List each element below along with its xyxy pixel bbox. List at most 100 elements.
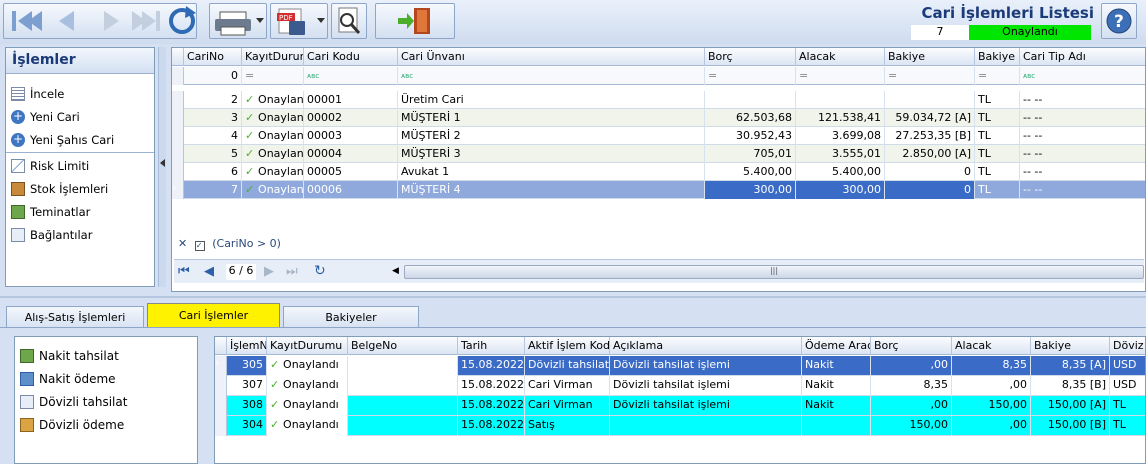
table-cell[interactable]: USD	[1110, 376, 1145, 396]
table-cell[interactable]: Satış	[525, 416, 610, 436]
table-cell[interactable]: 00005	[304, 163, 398, 181]
table-cell[interactable]: Dövizli tahsilat işlemi	[610, 376, 802, 396]
tab-account-transactions[interactable]: Cari İşlemler	[147, 303, 280, 327]
col-header[interactable]: Bakiye	[885, 48, 975, 66]
exit-button[interactable]	[375, 3, 455, 39]
table-cell[interactable]: -- --	[1020, 109, 1145, 127]
table-cell[interactable]: 15.08.2022	[458, 376, 525, 396]
col-header[interactable]: Bakiye D	[975, 48, 1020, 66]
col-header[interactable]: Açıklama	[610, 337, 802, 355]
table-cell[interactable]: Cari Virman	[525, 396, 610, 416]
table-row[interactable]: 308 ✓ Onaylandı 15.08.2022 Cari Virman Döviz…	[215, 396, 1145, 416]
table-cell[interactable]: 307	[227, 376, 267, 396]
table-cell[interactable]: ✓ Onaylandı	[267, 396, 348, 416]
table-cell[interactable]: 30.952,43	[705, 127, 796, 145]
table-cell[interactable]: 00004	[304, 145, 398, 163]
search-doc-button[interactable]	[331, 3, 367, 39]
col-header[interactable]: Döviz	[1110, 337, 1145, 355]
table-cell[interactable]: TL	[975, 91, 1020, 109]
print-button[interactable]	[209, 3, 267, 39]
table-cell[interactable]: 705,01	[705, 145, 796, 163]
table-cell[interactable]: 2.850,00 [A]	[885, 145, 975, 163]
table-cell[interactable]: Nakit	[802, 396, 871, 416]
table-row[interactable]: › 305 ✓ Onaylandı 15.08.2022 Dövizli tahsila…	[215, 356, 1145, 376]
table-cell[interactable]: 121.538,41	[796, 109, 885, 127]
table-cell[interactable]: ✓ Onaylan	[242, 91, 304, 109]
table-cell[interactable]: MÜŞTERİ 1	[398, 109, 705, 127]
last-record-icon[interactable]	[132, 11, 160, 31]
table-row[interactable]: 5 ✓ Onaylan 00004 MÜŞTERİ 3 705,01 3.555,01 2.…	[172, 145, 1145, 163]
table-cell[interactable]: 3.555,01	[796, 145, 885, 163]
table-cell[interactable]: ,00	[952, 416, 1031, 436]
table-cell[interactable]: 00006	[304, 181, 398, 199]
table-cell[interactable]: 00001	[304, 91, 398, 109]
fx-in-item[interactable]: Dövizli tahsilat	[15, 390, 197, 413]
pdf-save-button[interactable]: PDF	[270, 3, 328, 39]
table-cell[interactable]: 308	[227, 396, 267, 416]
table-cell[interactable]: ,00	[871, 356, 952, 376]
table-row[interactable]: 2 ✓ Onaylan 00001 Üretim Cari TL -- --	[172, 91, 1145, 109]
table-cell[interactable]: 3.699,08	[796, 127, 885, 145]
table-cell[interactable]: TL	[975, 145, 1020, 163]
col-header[interactable]: Borç	[705, 48, 796, 66]
table-cell[interactable]: ✓ Onaylandı	[267, 376, 348, 396]
table-cell[interactable]: 00002	[304, 109, 398, 127]
col-header[interactable]: BelgeNo	[348, 337, 458, 355]
table-row[interactable]: › 7 ✓ Onaylan 00006 MÜŞTERİ 4 300,00 300,00 0 TL…	[172, 181, 1145, 199]
table-cell[interactable]: 5.400,00	[796, 163, 885, 181]
table-cell[interactable]: Dövizli tahsilat işlemi	[610, 396, 802, 416]
table-cell[interactable]	[796, 91, 885, 109]
table-cell[interactable]: ✓ Onaylandı	[267, 416, 348, 436]
table-cell[interactable]: 3	[184, 109, 242, 127]
table-cell[interactable]	[705, 91, 796, 109]
col-header[interactable]: Ödeme Aracı	[802, 337, 871, 355]
table-cell[interactable]: 15.08.2022	[458, 396, 525, 416]
action-inspect[interactable]: İncele	[6, 82, 154, 105]
table-cell[interactable]: TL	[1110, 416, 1145, 436]
action-new-account[interactable]: + Yeni Cari	[6, 105, 154, 128]
table-row[interactable]: 6 ✓ Onaylan 00005 Avukat 1 5.400,00 5.400,00 0…	[172, 163, 1145, 181]
table-cell[interactable]: ,00	[871, 396, 952, 416]
col-header[interactable]: Cari Tip Adı	[1020, 48, 1145, 66]
table-cell[interactable]: 7	[184, 181, 242, 199]
table-cell[interactable]: 6	[184, 163, 242, 181]
first-record-icon[interactable]	[12, 11, 42, 31]
table-row[interactable]: 3 ✓ Onaylan 00002 MÜŞTERİ 1 62.503,68 121.538…	[172, 109, 1145, 127]
table-cell[interactable]: 150,00 [B]	[1031, 416, 1110, 436]
table-cell[interactable]: 0	[885, 181, 975, 199]
table-cell[interactable]: Dövizli tahsilat	[525, 356, 610, 376]
help-button[interactable]: ?	[1101, 3, 1137, 39]
table-cell[interactable]: 8,35	[871, 376, 952, 396]
filter-row[interactable]: 0 = ᴀʙᴄ ᴀʙᴄ = = = = ᴀʙᴄ	[172, 67, 1145, 85]
table-cell[interactable]: ✓ Onaylan	[242, 181, 304, 199]
table-cell[interactable]: ✓ Onaylandı	[267, 356, 348, 376]
nav-refresh-icon[interactable]: ↻	[314, 263, 326, 279]
table-cell[interactable]: 8,35 [A]	[1031, 356, 1110, 376]
table-cell[interactable]	[885, 91, 975, 109]
table-cell[interactable]	[348, 356, 458, 376]
clear-filter-icon[interactable]: ✕	[178, 237, 187, 250]
action-guarantees[interactable]: Teminatlar	[6, 200, 154, 223]
col-header[interactable]: Cari Kodu	[304, 48, 398, 66]
tab-purchase-sales[interactable]: Alış-Satış İşlemleri	[6, 306, 144, 328]
table-cell[interactable]: -- --	[1020, 91, 1145, 109]
refresh-icon[interactable]	[169, 6, 196, 34]
action-new-person-account[interactable]: + Yeni Şahıs Cari	[6, 128, 154, 151]
table-cell[interactable]: MÜŞTERİ 4	[398, 181, 705, 199]
table-cell[interactable]: Üretim Cari	[398, 91, 705, 109]
table-cell[interactable]: -- --	[1020, 145, 1145, 163]
cash-out-item[interactable]: Nakit ödeme	[15, 367, 197, 390]
table-cell[interactable]: ✓ Onaylan	[242, 163, 304, 181]
table-cell[interactable]: Nakit	[802, 356, 871, 376]
col-header[interactable]: Alacak	[952, 337, 1031, 355]
table-cell[interactable]	[348, 416, 458, 436]
table-cell[interactable]: ✓ Onaylan	[242, 127, 304, 145]
prev-record-icon[interactable]	[59, 11, 74, 31]
col-header[interactable]: Alacak	[796, 48, 885, 66]
table-cell[interactable]: 2	[184, 91, 242, 109]
table-cell[interactable]: MÜŞTERİ 2	[398, 127, 705, 145]
action-risk-limit[interactable]: Risk Limiti	[6, 154, 154, 177]
filter-cell[interactable]: 0	[184, 67, 242, 85]
table-row[interactable]: 4 ✓ Onaylan 00003 MÜŞTERİ 2 30.952,43 3.699,0…	[172, 127, 1145, 145]
table-cell[interactable]	[802, 416, 871, 436]
